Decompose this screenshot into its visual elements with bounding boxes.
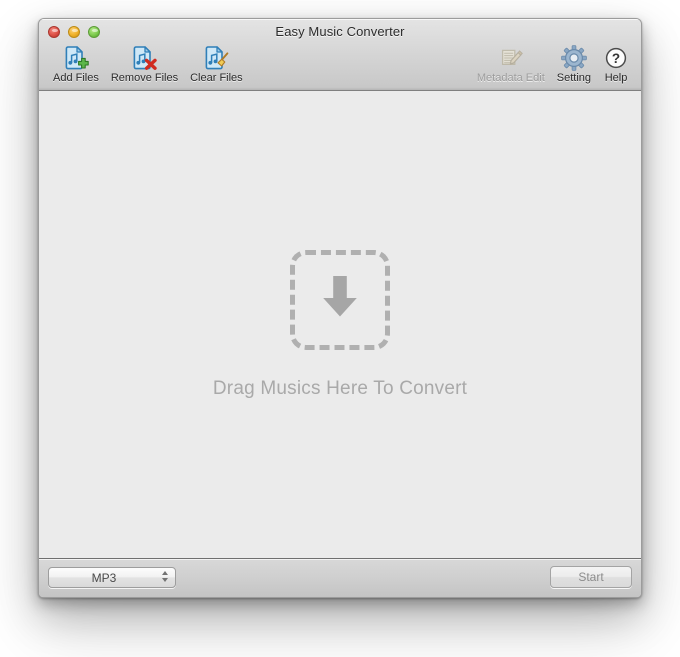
drop-zone-caption: Drag Musics Here To Convert (212, 377, 468, 399)
toolbar-button-remove-files[interactable]: Remove Files (105, 45, 184, 84)
file-music-broom-icon (203, 45, 229, 71)
window-title: Easy Music Converter (275, 24, 405, 39)
drop-zone[interactable]: Drag Musics Here To Convert (39, 91, 641, 558)
start-button[interactable]: Start (550, 566, 632, 588)
file-list-area[interactable]: Drag Musics Here To Convert (39, 91, 641, 559)
toolbar-label-clear-files: Clear Files (190, 72, 243, 84)
question-mark-icon: ? (603, 45, 629, 71)
chevron-up-icon (162, 571, 168, 575)
toolbar-label-setting: Setting (556, 72, 591, 84)
toolbar-button-help[interactable]: ? Help (597, 45, 635, 84)
stepper-arrows-icon (162, 571, 168, 582)
output-format-value: MP3 (91, 570, 117, 585)
download-arrow-icon (309, 266, 371, 333)
chevron-down-icon (162, 578, 168, 582)
file-music-remove-icon (131, 45, 158, 71)
file-music-add-icon (63, 45, 89, 71)
window-titlebar[interactable]: Easy Music Converter Add Files Remove Fi… (39, 19, 641, 91)
toolbar-button-add-files[interactable]: Add Files (47, 45, 105, 84)
svg-text:?: ? (612, 51, 620, 66)
application-window: Easy Music Converter Add Files Remove Fi… (38, 18, 642, 598)
toolbar-button-metadata-edit[interactable]: Metadata Edit (471, 45, 551, 84)
toolbar-left-group: Add Files Remove Files Clear Files (47, 45, 249, 84)
toolbar-button-setting[interactable]: Setting (551, 45, 597, 84)
list-pencil-icon (498, 45, 524, 71)
gear-icon (561, 45, 587, 71)
toolbar-right-group: Metadata Edit Setting ? Help (471, 45, 635, 84)
bottom-toolbar: MP3 Start (39, 559, 641, 597)
toolbar-label-help: Help (604, 72, 628, 84)
output-format-popup[interactable]: MP3 (48, 567, 176, 588)
toolbar-label-metadata-edit: Metadata Edit (476, 72, 545, 84)
screen-root: Easy Music Converter Add Files Remove Fi… (0, 0, 680, 657)
toolbar-button-clear-files[interactable]: Clear Files (184, 45, 249, 84)
start-button-label: Start (578, 570, 604, 584)
toolbar-label-remove-files: Remove Files (110, 72, 179, 84)
drop-zone-outline (290, 249, 390, 350)
toolbar-label-add-files: Add Files (53, 72, 99, 84)
